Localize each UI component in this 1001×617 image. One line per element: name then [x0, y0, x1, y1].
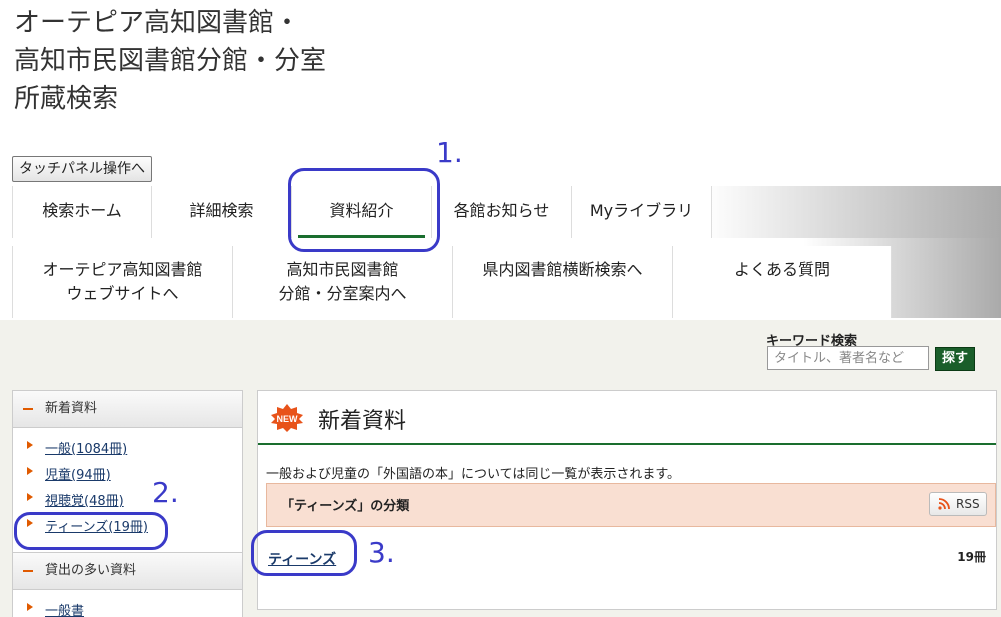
bullet-triangle-icon	[27, 441, 33, 449]
sidebar-header-new-label: 新着資料	[45, 401, 98, 416]
rss-button[interactable]: RSS	[929, 492, 987, 516]
sidebar-item-label: 児童(94冊)	[45, 468, 111, 483]
main-nav-tabs: 検索ホーム 詳細検索 資料紹介 各館お知らせ Myライブラリ	[12, 186, 1001, 238]
annotation-label-3: 3.	[368, 536, 395, 569]
annotation-box-2	[14, 512, 168, 550]
sidebar-item-children[interactable]: 児童(94冊)	[27, 464, 111, 483]
sidebar-item-label: 視聴覚(48冊)	[45, 494, 124, 509]
link-cross-search-line1: 県内図書館横断検索へ	[482, 260, 643, 279]
tab-library-news[interactable]: 各館お知らせ	[432, 186, 572, 238]
svg-text:NEW: NEW	[277, 414, 299, 424]
result-count: 19冊	[957, 550, 986, 564]
link-branch-guide[interactable]: 高知市民図書館 分館・分室案内へ	[232, 246, 452, 318]
sidebar-item-general[interactable]: 一般(1084冊)	[27, 438, 127, 457]
tab-search-home[interactable]: 検索ホーム	[12, 186, 152, 238]
sidebar-popular-list: 一般書	[12, 590, 243, 617]
link-otepia-website[interactable]: オーテピア高知図書館 ウェブサイトへ	[12, 246, 232, 318]
main-title: 新着資料	[318, 409, 407, 434]
main-note: 一般および児童の「外国語の本」については同じ一覧が表示されます。	[266, 467, 681, 482]
page-header: オーテピア高知図書館・ 高知市民図書館分館・分室 所蔵検索 タッチパネル操作へ …	[0, 0, 1001, 320]
main-title-row: NEW 新着資料	[258, 391, 996, 445]
keyword-search-input[interactable]	[767, 346, 929, 370]
link-branch-guide-line1: 高知市民図書館	[286, 260, 399, 279]
site-title: オーテピア高知図書館・ 高知市民図書館分館・分室 所蔵検索	[14, 4, 326, 118]
site-title-line1: オーテピア高知図書館・	[14, 8, 301, 38]
bullet-triangle-icon	[27, 467, 33, 475]
link-faq[interactable]: よくある質問	[672, 246, 892, 318]
secondary-nav-links: オーテピア高知図書館 ウェブサイトへ 高知市民図書館 分館・分室案内へ 県内図書…	[12, 238, 1001, 318]
sidebar-item-general-books[interactable]: 一般書	[27, 600, 84, 617]
annotation-box-3	[251, 530, 357, 576]
sidebar: 新着資料 一般(1084冊) 児童(94冊) 視聴覚(48冊) ティーンズ(19…	[12, 390, 243, 617]
classification-title: 「ティーンズ」の分類	[281, 499, 410, 514]
rss-icon	[938, 498, 950, 510]
sidebar-header-popular-label: 貸出の多い資料	[45, 563, 137, 578]
link-faq-line1: よくある質問	[733, 260, 830, 279]
link-cross-search[interactable]: 県内図書館横断検索へ	[452, 246, 672, 318]
keyword-search-button[interactable]: 探す	[935, 347, 975, 371]
bullet-triangle-icon	[27, 603, 33, 611]
site-title-line3: 所蔵検索	[14, 84, 119, 114]
touch-panel-button[interactable]: タッチパネル操作へ	[12, 156, 152, 182]
site-title-line2: 高知市民図書館分館・分室	[14, 46, 327, 76]
sidebar-header-new[interactable]: 新着資料	[12, 390, 243, 428]
annotation-label-2: 2.	[152, 476, 179, 509]
sidebar-header-popular[interactable]: 貸出の多い資料	[12, 552, 243, 590]
classification-box: 「ティーンズ」の分類 RSS	[266, 483, 996, 527]
collapse-dash-icon	[23, 570, 33, 572]
link-otepia-website-line1: オーテピア高知図書館	[42, 260, 203, 279]
tab-my-library[interactable]: Myライブラリ	[572, 186, 712, 238]
main-panel: NEW 新着資料 一般および児童の「外国語の本」については同じ一覧が表示されます…	[257, 390, 997, 610]
link-otepia-website-line2: ウェブサイトへ	[66, 284, 179, 303]
annotation-label-1: 1.	[436, 136, 463, 169]
tab-advanced-search[interactable]: 詳細検索	[152, 186, 292, 238]
sidebar-item-label: 一般(1084冊)	[45, 442, 128, 457]
collapse-dash-icon	[23, 408, 33, 410]
sidebar-item-audiovisual[interactable]: 視聴覚(48冊)	[27, 490, 124, 509]
sidebar-item-label: 一般書	[45, 604, 85, 617]
annotation-box-1	[288, 168, 440, 252]
rss-label: RSS	[956, 497, 980, 511]
bullet-triangle-icon	[27, 493, 33, 501]
new-badge-icon: NEW	[271, 404, 303, 432]
link-branch-guide-line2: 分館・分室案内へ	[278, 284, 407, 303]
